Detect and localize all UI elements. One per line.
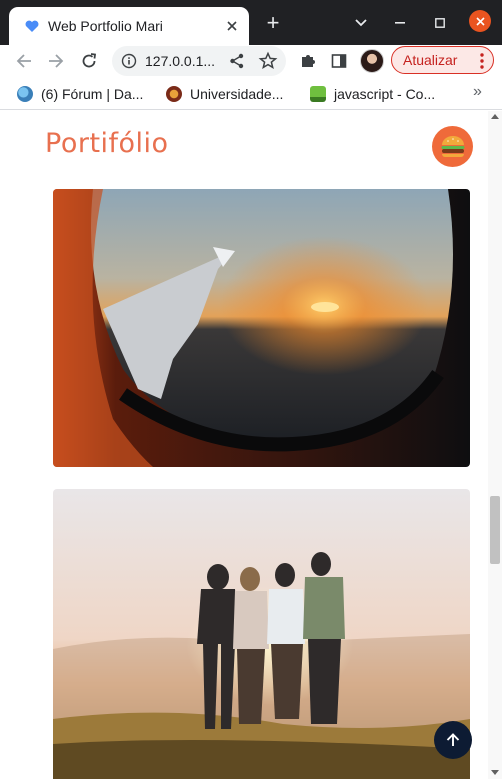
page-scrollbar[interactable] <box>488 111 502 779</box>
photo-friends-sunset[interactable] <box>53 489 470 779</box>
bookmark-javascript[interactable]: javascript - Co... <box>310 84 435 104</box>
reload-icon[interactable] <box>78 50 100 72</box>
globe-icon <box>17 86 33 102</box>
bookmarks-bar: (6) Fórum | Da... Universidade... javasc… <box>0 77 502 110</box>
scroll-down-arrow-icon[interactable] <box>491 770 499 775</box>
bookmark-star-icon[interactable] <box>258 51 278 71</box>
share-icon[interactable] <box>228 52 246 70</box>
menu-button[interactable] <box>432 126 473 167</box>
close-icon <box>475 16 485 26</box>
page-title: Portifólio <box>45 128 169 159</box>
tab-strip: Web Portfolio Mari + <box>0 0 502 45</box>
maximize-icon[interactable] <box>428 11 452 35</box>
photo-airplane-window[interactable] <box>53 189 470 467</box>
tab-search-icon[interactable] <box>349 11 373 35</box>
more-vertical-icon <box>480 53 484 69</box>
page-content: Portifólio <box>0 111 488 779</box>
browser-toolbar: 127.0.0.1... Atualizar <box>0 45 502 77</box>
bookmark-label: Universidade... <box>190 86 284 102</box>
back-to-top-button[interactable] <box>434 721 472 759</box>
update-button-label: Atualizar <box>403 52 458 68</box>
arrow-up-icon <box>446 733 460 746</box>
close-window-button[interactable] <box>469 10 491 32</box>
bookmark-forum[interactable]: (6) Fórum | Da... <box>17 84 143 104</box>
site-info-icon[interactable] <box>121 53 137 69</box>
scrollbar-thumb[interactable] <box>490 496 500 564</box>
back-arrow-icon[interactable] <box>13 50 35 72</box>
new-tab-button[interactable]: + <box>262 12 284 34</box>
stackoverflow-icon <box>310 86 326 102</box>
update-button[interactable]: Atualizar <box>391 46 494 74</box>
more-bookmarks-button[interactable]: » <box>473 83 482 101</box>
minimize-icon[interactable] <box>388 11 412 35</box>
bookmark-label: javascript - Co... <box>334 86 436 102</box>
university-icon <box>166 86 182 102</box>
extensions-puzzle-icon[interactable] <box>297 50 319 72</box>
url-text: 127.0.0.1... <box>145 53 216 69</box>
burger-icon <box>441 135 464 157</box>
blue-heart-icon <box>24 18 40 34</box>
tab-web-portfolio[interactable]: Web Portfolio Mari <box>9 7 249 45</box>
tab-title: Web Portfolio Mari <box>48 18 163 34</box>
bookmark-label: (6) Fórum | Da... <box>41 86 144 102</box>
scroll-up-arrow-icon[interactable] <box>491 114 499 119</box>
close-tab-icon[interactable] <box>223 17 241 35</box>
profile-avatar[interactable] <box>360 49 384 73</box>
browser-window: Web Portfolio Mari + 127.0.0.1... Atuali… <box>0 0 502 779</box>
bookmark-universidade[interactable]: Universidade... <box>166 84 283 104</box>
forward-arrow-icon[interactable] <box>45 50 67 72</box>
side-panel-icon[interactable] <box>328 50 350 72</box>
address-bar[interactable]: 127.0.0.1... <box>112 46 286 76</box>
